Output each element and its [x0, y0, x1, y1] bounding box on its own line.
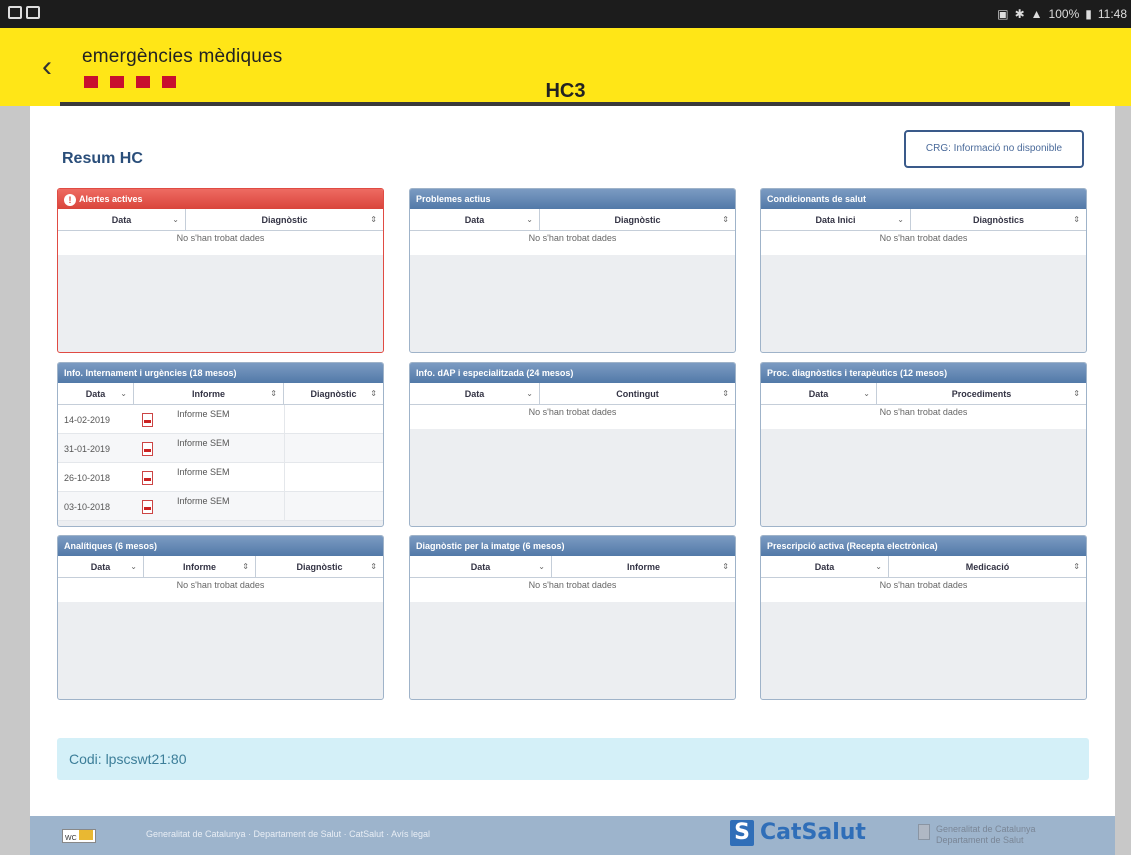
- column-informe[interactable]: Informe ⇕: [552, 556, 735, 577]
- battery-percent: 100%: [1048, 7, 1080, 21]
- footer: WC Generalitat de Catalunya · Departamen…: [30, 816, 1115, 855]
- panel-alertes-actives: ! Alertes actives Data ⌄ Diagnòstic ⇕ No s'…: [57, 188, 384, 353]
- panel-header: Info. dAP i especialitzada (24 mesos): [410, 363, 735, 383]
- panel-header: Diagnòstic per la imatge (6 mesos): [410, 536, 735, 556]
- column-diagnostic[interactable]: Diagnòstic ⇕: [284, 383, 383, 404]
- empty-message: No s'han trobat dades: [761, 405, 1086, 429]
- column-data[interactable]: Data ⌄: [58, 556, 144, 577]
- pdf-icon[interactable]: [142, 500, 153, 514]
- panel-prescripcio-activa: Prescripció activa (Recepta electrònica)…: [760, 535, 1087, 700]
- crg-button[interactable]: CRG: Informació no disponible: [904, 130, 1084, 168]
- empty-message: No s'han trobat dades: [58, 231, 383, 255]
- panel-info-internament: Info. Internament i urgències (18 mesos)…: [57, 362, 384, 527]
- battery-icon: ▮: [1085, 7, 1092, 21]
- signal-icon: ▲: [1030, 7, 1043, 21]
- alert-icon: !: [64, 193, 76, 206]
- empty-message: No s'han trobat dades: [761, 578, 1086, 602]
- pdf-icon[interactable]: [142, 413, 153, 427]
- panel-header: Proc. diagnòstics i terapèutics (12 meso…: [761, 363, 1086, 383]
- gallery-icon: [8, 6, 22, 19]
- panel-condicionants-salut: Condicionants de salut Data Inici ⌄ Diagn…: [760, 188, 1087, 353]
- column-data[interactable]: Data ⌄: [410, 209, 540, 230]
- panel-problemes-actius: Problemes actius Data ⌄ Diagnòstic ⇕ No s'…: [409, 188, 736, 353]
- panel-diagnostic-imatge: Diagnòstic per la imatge (6 mesos) Data ⌄…: [409, 535, 736, 700]
- shield-icon: [26, 6, 40, 19]
- empty-message: No s'han trobat dades: [58, 578, 383, 602]
- back-arrow-icon[interactable]: ‹: [42, 52, 66, 82]
- table-row[interactable]: 14-02-2019 Informe SEM: [58, 405, 383, 434]
- column-data[interactable]: Data ⌄: [58, 383, 134, 404]
- status-icons: ▣ ✱ ▲ 100% ▮ 11:48: [997, 7, 1127, 21]
- table-row[interactable]: 31-01-2019 Informe SEM: [58, 434, 383, 463]
- generalitat-logo: Generalitat de Catalunya Departament de S…: [918, 824, 1036, 846]
- table-row[interactable]: 26-10-2018 Informe SEM: [58, 463, 383, 492]
- accessibility-badge: WC: [62, 829, 96, 843]
- column-data[interactable]: Data ⌄: [761, 556, 889, 577]
- column-informe[interactable]: Informe ⇕: [144, 556, 256, 577]
- column-data[interactable]: Data ⌄: [410, 383, 540, 404]
- column-medicacio[interactable]: Medicació ⇕: [889, 556, 1086, 577]
- column-diagnostic[interactable]: Diagnòstic ⇕: [186, 209, 383, 230]
- empty-message: No s'han trobat dades: [410, 231, 735, 255]
- server-code-banner: Codi: lpscswt21:80: [57, 738, 1089, 780]
- panel-header: Condicionants de salut: [761, 189, 1086, 209]
- bluetooth-icon: ✱: [1014, 7, 1025, 21]
- empty-message: No s'han trobat dades: [410, 405, 735, 429]
- panel-header: Problemes actius: [410, 189, 735, 209]
- app-header: ‹ emergències mèdiques HC3: [0, 28, 1131, 106]
- column-contingut[interactable]: Contingut ⇕: [540, 383, 735, 404]
- column-data[interactable]: Data ⌄: [410, 556, 552, 577]
- column-data[interactable]: Data ⌄: [58, 209, 186, 230]
- pdf-icon[interactable]: [142, 471, 153, 485]
- panel-header: Info. Internament i urgències (18 mesos): [58, 363, 383, 383]
- footer-links[interactable]: Generalitat de Catalunya · Departament d…: [146, 829, 430, 839]
- table-row[interactable]: 03-10-2018 Informe SEM: [58, 492, 383, 521]
- empty-message: No s'han trobat dades: [410, 578, 735, 602]
- panel-header: ! Alertes actives: [58, 189, 383, 209]
- pdf-icon[interactable]: [142, 442, 153, 456]
- cast-icon: ▣: [997, 7, 1009, 21]
- column-diagnostics[interactable]: Diagnòstics ⇕: [911, 209, 1086, 230]
- panel-analitiques: Analítiques (6 mesos) Data ⌄ Informe ⇕ Dia…: [57, 535, 384, 700]
- catsalut-logo: S CatSalut: [730, 820, 866, 846]
- panel-proc-diagnostics: Proc. diagnòstics i terapèutics (12 meso…: [760, 362, 1087, 527]
- app-title: HC3: [545, 80, 586, 102]
- column-diagnostic[interactable]: Diagnòstic ⇕: [540, 209, 735, 230]
- column-informe[interactable]: Informe ⇕: [134, 383, 284, 404]
- column-diagnostic[interactable]: Diagnòstic ⇕: [256, 556, 383, 577]
- status-bar: ▣ ✱ ▲ 100% ▮ 11:48: [0, 0, 1131, 28]
- page-content: Resum HC CRG: Informació no disponible !…: [30, 106, 1115, 816]
- empty-message: No s'han trobat dades: [761, 231, 1086, 255]
- panel-header: Analítiques (6 mesos): [58, 536, 383, 556]
- panel-header: Prescripció activa (Recepta electrònica): [761, 536, 1086, 556]
- column-procediments[interactable]: Procediments ⇕: [877, 383, 1086, 404]
- column-data[interactable]: Data ⌄: [761, 383, 877, 404]
- clock: 11:48: [1097, 7, 1127, 21]
- panel-info-dap: Info. dAP i especialitzada (24 mesos) Da…: [409, 362, 736, 527]
- brand-name: emergències mèdiques: [82, 46, 283, 67]
- page-title: Resum HC: [62, 150, 143, 167]
- column-data-inici[interactable]: Data Inici ⌄: [761, 209, 911, 230]
- notification-icons: [8, 6, 40, 19]
